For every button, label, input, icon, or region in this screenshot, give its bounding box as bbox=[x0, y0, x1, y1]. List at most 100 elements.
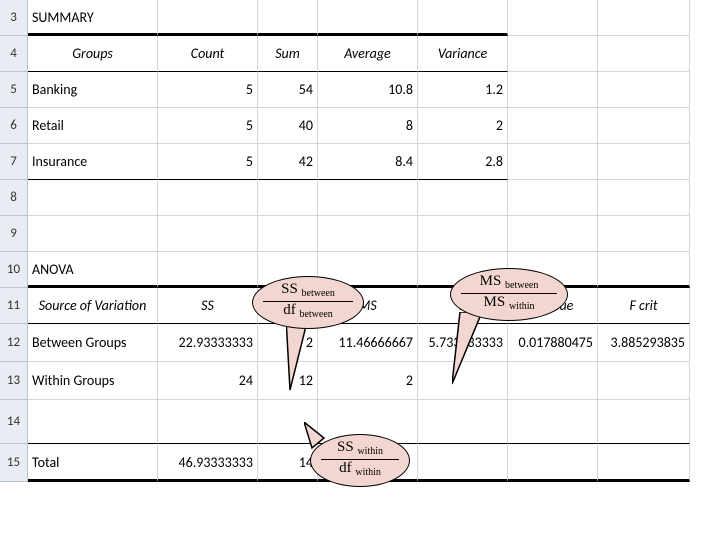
cell[interactable] bbox=[508, 108, 598, 144]
header-source[interactable]: Source of Variation bbox=[28, 288, 158, 324]
cell-ss[interactable]: 24 bbox=[158, 362, 258, 400]
cell-sum[interactable]: 54 bbox=[258, 72, 318, 108]
cell[interactable] bbox=[418, 180, 508, 216]
cell[interactable] bbox=[508, 72, 598, 108]
callout-frac-top: SS between bbox=[263, 281, 353, 299]
cell-count[interactable]: 5 bbox=[158, 144, 258, 180]
cell[interactable] bbox=[598, 72, 690, 108]
cell-variance[interactable]: 2.8 bbox=[418, 144, 508, 180]
row-header-4[interactable]: 4 bbox=[0, 36, 28, 72]
cell[interactable] bbox=[598, 144, 690, 180]
cell[interactable] bbox=[158, 0, 258, 36]
row-header-15[interactable]: 15 bbox=[0, 444, 28, 482]
header-count[interactable]: Count bbox=[158, 36, 258, 72]
cell-average[interactable]: 10.8 bbox=[318, 72, 418, 108]
callout-sub: within bbox=[357, 446, 383, 457]
cell-group[interactable]: Insurance bbox=[28, 144, 158, 180]
cell[interactable] bbox=[158, 216, 258, 252]
row-header-13[interactable]: 13 bbox=[0, 362, 28, 400]
cell-ss[interactable]: 22.93333333 bbox=[158, 324, 258, 362]
cell[interactable] bbox=[598, 36, 690, 72]
callout-frac-bot: df within bbox=[321, 459, 399, 478]
cell-average[interactable]: 8 bbox=[318, 108, 418, 144]
cell-group[interactable]: Banking bbox=[28, 72, 158, 108]
cell-ms[interactable]: 2 bbox=[318, 362, 418, 400]
cell[interactable] bbox=[318, 180, 418, 216]
cell-count[interactable]: 5 bbox=[158, 108, 258, 144]
cell[interactable] bbox=[418, 400, 508, 444]
cell[interactable] bbox=[508, 216, 598, 252]
cell-pvalue[interactable]: 0.017880475 bbox=[508, 324, 598, 362]
callout-sub: between bbox=[505, 280, 538, 291]
cell[interactable] bbox=[418, 444, 508, 482]
cell-variance[interactable]: 2 bbox=[418, 108, 508, 144]
cell[interactable] bbox=[598, 108, 690, 144]
cell[interactable] bbox=[508, 36, 598, 72]
cell[interactable] bbox=[508, 0, 598, 36]
row-header-12[interactable]: 12 bbox=[0, 324, 28, 362]
cell[interactable] bbox=[598, 180, 690, 216]
anova-title-cell[interactable]: ANOVA bbox=[28, 252, 158, 288]
cell[interactable] bbox=[598, 444, 690, 482]
cell[interactable] bbox=[418, 216, 508, 252]
callout-ss-between: SS between df between bbox=[252, 276, 364, 329]
callout-tail-icon bbox=[452, 312, 492, 392]
cell-total-ss[interactable]: 46.93333333 bbox=[158, 444, 258, 482]
cell-group[interactable]: Retail bbox=[28, 108, 158, 144]
cell[interactable] bbox=[28, 400, 158, 444]
cell[interactable] bbox=[508, 180, 598, 216]
row-header-7[interactable]: 7 bbox=[0, 144, 28, 180]
callout-frac-top: MS between bbox=[461, 273, 557, 291]
cell-fcrit[interactable] bbox=[598, 362, 690, 400]
row-header-8[interactable]: 8 bbox=[0, 180, 28, 216]
cell[interactable] bbox=[158, 400, 258, 444]
cell[interactable] bbox=[418, 0, 508, 36]
cell[interactable] bbox=[158, 180, 258, 216]
row-header-11[interactable]: 11 bbox=[0, 288, 28, 324]
row-header-3[interactable]: 3 bbox=[0, 0, 28, 36]
row-header-10[interactable]: 10 bbox=[0, 252, 28, 288]
cell-fcrit[interactable]: 3.885293835 bbox=[598, 324, 690, 362]
cell-count[interactable]: 5 bbox=[158, 72, 258, 108]
callout-sub: between bbox=[302, 288, 335, 299]
cell-ms[interactable]: 11.46666667 bbox=[318, 324, 418, 362]
cell[interactable] bbox=[258, 180, 318, 216]
cell[interactable] bbox=[598, 400, 690, 444]
cell[interactable] bbox=[258, 0, 318, 36]
cell[interactable] bbox=[318, 216, 418, 252]
callout-sub: within bbox=[509, 301, 535, 312]
cell-pvalue[interactable] bbox=[508, 362, 598, 400]
row-header-5[interactable]: 5 bbox=[0, 72, 28, 108]
cell-source[interactable]: Within Groups bbox=[28, 362, 158, 400]
cell[interactable] bbox=[28, 180, 158, 216]
cell-sum[interactable]: 40 bbox=[258, 108, 318, 144]
header-sum[interactable]: Sum bbox=[258, 36, 318, 72]
row-header-14[interactable]: 14 bbox=[0, 400, 28, 444]
header-average[interactable]: Average bbox=[318, 36, 418, 72]
row-header-6[interactable]: 6 bbox=[0, 108, 28, 144]
callout-tail-icon bbox=[286, 318, 326, 398]
cell-variance[interactable]: 1.2 bbox=[418, 72, 508, 108]
cell[interactable] bbox=[508, 144, 598, 180]
cell[interactable] bbox=[158, 252, 258, 288]
callout-sub: between bbox=[299, 309, 332, 320]
cell[interactable] bbox=[258, 216, 318, 252]
summary-title-cell[interactable]: SUMMARY bbox=[28, 0, 158, 36]
callout-main: SS bbox=[281, 281, 298, 297]
cell-sum[interactable]: 42 bbox=[258, 144, 318, 180]
cell[interactable] bbox=[598, 0, 690, 36]
cell[interactable] bbox=[508, 400, 598, 444]
cell-total-label[interactable]: Total bbox=[28, 444, 158, 482]
cell-average[interactable]: 8.4 bbox=[318, 144, 418, 180]
cell[interactable] bbox=[28, 216, 158, 252]
cell[interactable] bbox=[508, 444, 598, 482]
header-ss[interactable]: SS bbox=[158, 288, 258, 324]
cell-source[interactable]: Between Groups bbox=[28, 324, 158, 362]
cell[interactable] bbox=[598, 216, 690, 252]
cell[interactable] bbox=[318, 0, 418, 36]
header-groups[interactable]: Groups bbox=[28, 36, 158, 72]
header-variance[interactable]: Variance bbox=[418, 36, 508, 72]
header-fcrit[interactable]: F crit bbox=[598, 288, 690, 324]
cell[interactable] bbox=[598, 252, 690, 288]
row-header-9[interactable]: 9 bbox=[0, 216, 28, 252]
